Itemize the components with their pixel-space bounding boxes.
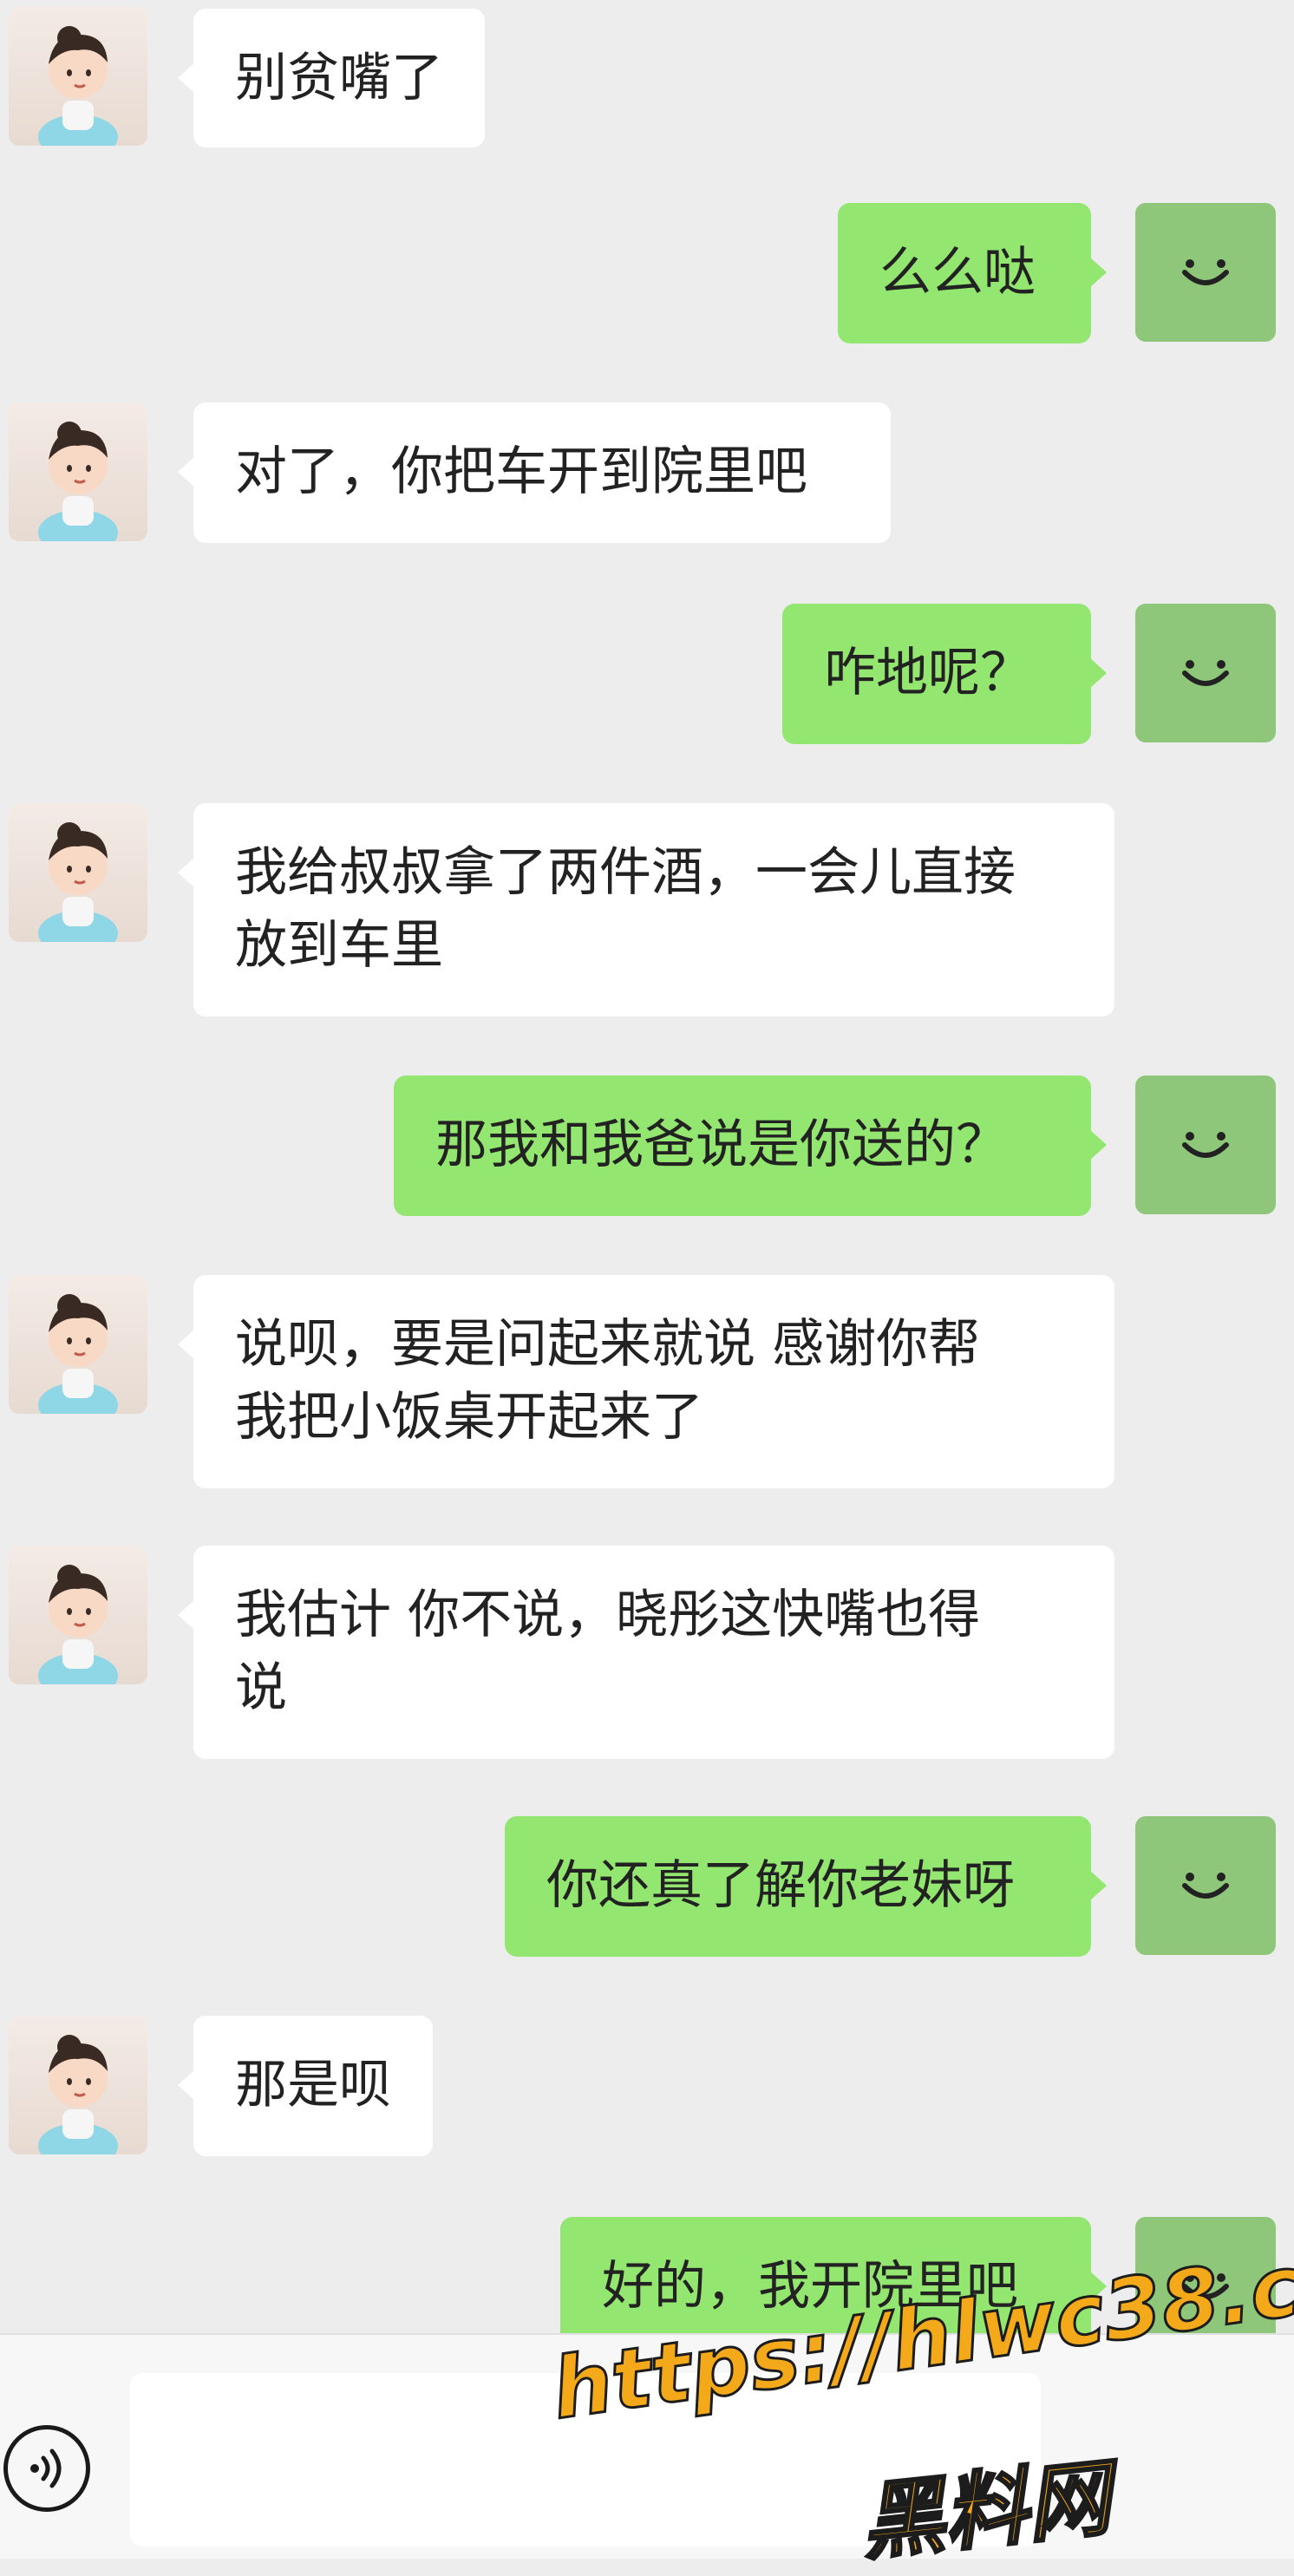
incoming-message-bubble[interactable]: 说呗，要是问起来就说 感谢你帮 我把小饭桌开起来了 [178, 1275, 1114, 1488]
message-text-line: 放到车里 [235, 915, 443, 976]
message-text-line: 我给叔叔拿了两件酒，一会儿直接 [235, 842, 1016, 903]
my-avatar[interactable] [1135, 1076, 1276, 1214]
contact-avatar[interactable] [9, 2016, 147, 2154]
voice-button[interactable] [3, 2425, 90, 2512]
outgoing-message-bubble[interactable]: 你还真了解你老妹呀 [505, 1816, 1107, 1957]
message-text-line: 说呗，要是问起来就说 感谢你帮 [235, 1314, 981, 1375]
smile-icon [1182, 259, 1229, 285]
contact-avatar[interactable] [9, 7, 147, 146]
contact-avatar[interactable] [9, 803, 147, 942]
incoming-message-bubble[interactable]: 那是呗 [178, 2016, 433, 2156]
message-text: 咋地呢？ [824, 643, 1032, 703]
message-text: 你还真了解你老妹呀 [546, 1855, 1015, 1916]
my-avatar[interactable] [1135, 1816, 1276, 1955]
message-text: 别贫嘴了 [235, 48, 443, 108]
smile-icon [1182, 1132, 1229, 1158]
my-avatar[interactable] [1135, 203, 1276, 342]
incoming-message-bubble[interactable]: 我给叔叔拿了两件酒，一会儿直接 放到车里 [178, 803, 1114, 1017]
incoming-message-bubble[interactable]: 对了，你把车开到院里吧 [178, 402, 891, 543]
my-avatar[interactable] [1135, 604, 1276, 742]
message-text-line: 我把小饭桌开起来了 [235, 1387, 703, 1448]
outgoing-message-bubble[interactable]: 咋地呢？ [782, 604, 1107, 744]
contact-avatar[interactable] [9, 1546, 147, 1684]
cartoon-girl-icon [38, 822, 118, 942]
contact-avatar[interactable] [9, 1275, 147, 1414]
chat-area: 别贫嘴了 么么哒 对了，你把车开到院里吧 咋地呢？ 我给叔叔拿了两件酒，一会儿直… [0, 0, 1294, 2333]
message-text-line: 说 [235, 1657, 287, 1718]
watermark-name: 黑料网 [855, 2448, 1116, 2573]
message-text: 那我和我爸说是你送的？ [435, 1115, 1008, 1175]
message-text: 那是呗 [235, 2055, 391, 2115]
message-text: 么么哒 [879, 242, 1036, 303]
cartoon-girl-icon [38, 2035, 118, 2154]
incoming-message-bubble[interactable]: 我估计 你不说，晓彤这快嘴也得 说 [178, 1546, 1114, 1759]
cartoon-girl-icon [38, 1565, 118, 1684]
outgoing-message-bubble[interactable]: 那我和我爸说是你送的？ [394, 1076, 1107, 1216]
message-text-line: 我估计 你不说，晓彤这快嘴也得 [235, 1585, 981, 1645]
cartoon-girl-icon [38, 1294, 118, 1414]
voice-icon [30, 2449, 62, 2488]
outgoing-message-bubble[interactable]: 么么哒 [838, 203, 1107, 343]
cartoon-girl-icon [38, 26, 118, 146]
incoming-message-bubble[interactable]: 别贫嘴了 [178, 9, 485, 147]
smile-icon [1182, 1873, 1229, 1899]
cartoon-girl-icon [38, 422, 118, 541]
message-text: 对了，你把车开到院里吧 [235, 441, 807, 502]
contact-avatar[interactable] [9, 402, 147, 541]
smile-icon [1182, 660, 1229, 686]
